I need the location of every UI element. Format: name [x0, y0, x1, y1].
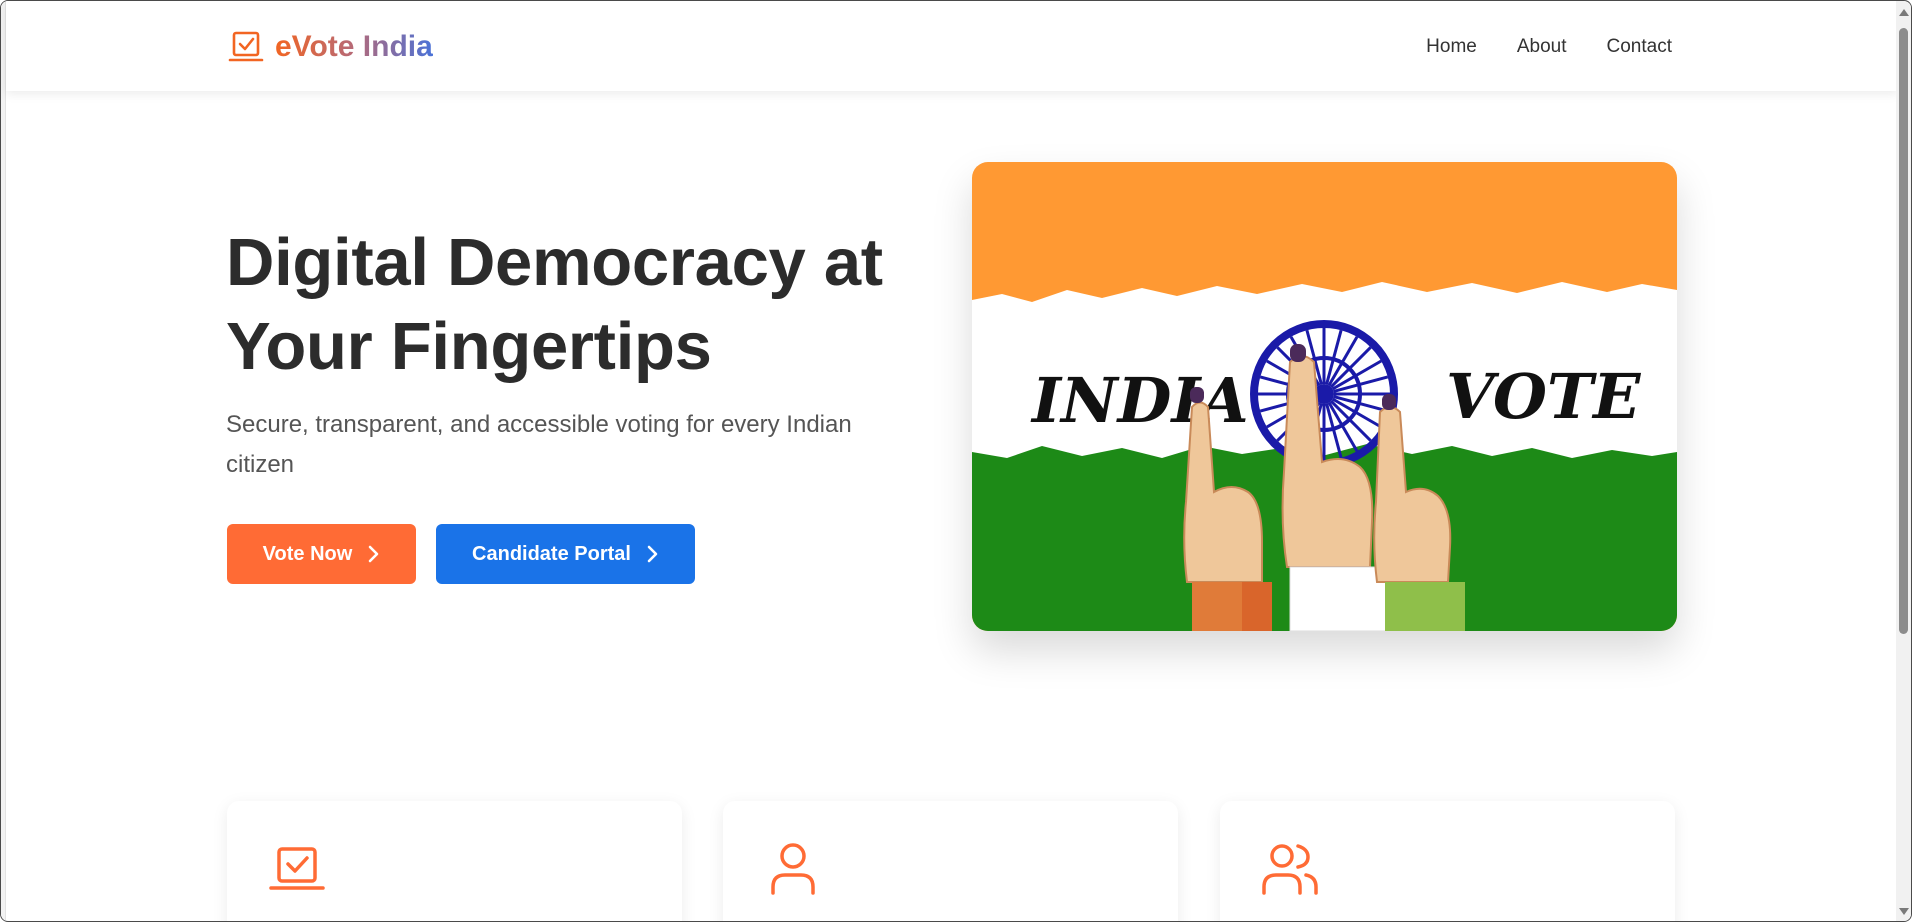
vote-laptop-icon: [228, 31, 264, 62]
hero-image: INDIA VOTE: [972, 162, 1677, 631]
scroll-up-arrow-icon[interactable]: [1899, 9, 1909, 16]
ashoka-chakra: [1250, 320, 1398, 468]
scroll-down-arrow-icon[interactable]: [1899, 908, 1909, 915]
brand-name: eVote India: [275, 27, 433, 67]
nav-menu: Home About Contact: [1426, 33, 1672, 61]
nav-link-contact[interactable]: Contact: [1607, 33, 1672, 61]
user-icon: [771, 843, 815, 895]
image-word-india: INDIA: [1030, 364, 1249, 437]
feature-card: [1220, 801, 1675, 921]
feature-card: [723, 801, 1178, 921]
feature-card: [227, 801, 682, 921]
nav-link-home[interactable]: Home: [1426, 33, 1477, 61]
nav-link-about[interactable]: About: [1517, 33, 1567, 61]
vertical-scrollbar[interactable]: [1896, 1, 1911, 921]
image-word-vote: VOTE: [1446, 360, 1641, 433]
vote-laptop-icon: [269, 847, 325, 890]
chevron-right-icon: [647, 545, 658, 563]
india-vote-illustration: INDIA VOTE: [972, 162, 1677, 631]
scrollbar-thumb[interactable]: [1899, 28, 1908, 634]
candidate-portal-button[interactable]: Candidate Portal: [436, 524, 695, 584]
brand-logo-link[interactable]: eVote India: [228, 27, 433, 67]
chevron-right-icon: [369, 545, 379, 563]
browser-viewport: eVote India Home About Contact Digital D…: [0, 0, 1912, 922]
window-edge: [1, 1, 6, 921]
navbar: eVote India Home About Contact: [6, 1, 1898, 91]
hero-subtitle: Secure, transparent, and accessible voti…: [226, 411, 852, 478]
vote-now-button[interactable]: Vote Now: [227, 524, 416, 584]
candidate-portal-label: Candidate Portal: [472, 542, 631, 565]
vote-now-label: Vote Now: [262, 542, 353, 565]
users-icon: [1262, 844, 1318, 895]
hero-title: Digital Democracy at Your Fingertips: [226, 225, 883, 384]
